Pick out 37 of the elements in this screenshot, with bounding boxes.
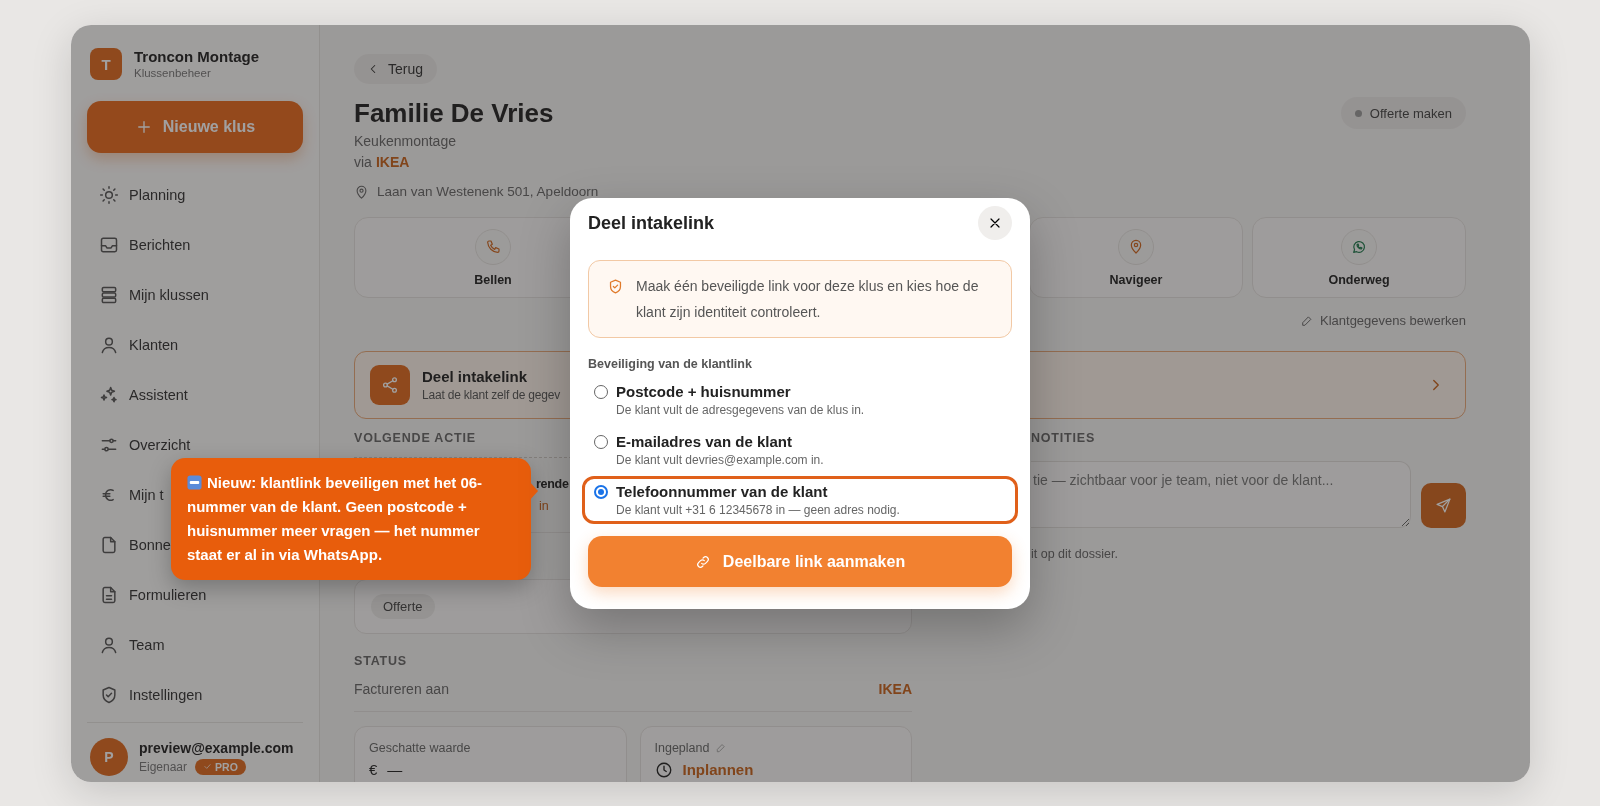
plan-badge: PRO	[195, 758, 246, 775]
user-role: Eigenaar	[139, 759, 188, 774]
section-heading: NOTITIES	[1031, 431, 1096, 445]
brand-subtitle: Klussenbeheer	[134, 66, 212, 80]
via-label: via	[354, 153, 372, 172]
options-label: Beveiliging van de klantlink	[588, 357, 753, 371]
section-heading: STATUS	[354, 654, 407, 668]
brand-logo: T	[90, 48, 122, 80]
quote-tag: Offerte	[371, 594, 435, 619]
brand-name: Troncon Montage	[134, 48, 259, 66]
option-description: De klant vult +31 6 12345678 in — geen adres nodig.	[616, 502, 900, 518]
option-description: De klant vult devries@example.com in.	[616, 452, 824, 468]
user-email: preview@example.com	[139, 739, 294, 757]
estimate-value: —	[387, 761, 403, 779]
notes-hint: it op dit dossier.	[1031, 547, 1119, 561]
currency-sign: €	[369, 761, 378, 779]
action-label: Onderweg	[1328, 272, 1390, 287]
option-title: E-mailadres van de klant	[616, 432, 793, 452]
user-avatar: P	[90, 738, 128, 776]
section-heading: VOLGENDE ACTIE	[354, 431, 476, 445]
next-action-title: rende	[536, 476, 569, 492]
job-type: Keukenmontage	[354, 132, 457, 151]
planned-label: Ingepland	[654, 740, 710, 756]
banner-subtitle: Laat de klant zelf de gegev	[422, 387, 561, 403]
page-title: Familie De Vries	[354, 97, 554, 129]
option-description: De klant vult de adresgegevens van de klus in.	[616, 402, 865, 418]
option-title: Postcode + huisnummer	[616, 382, 792, 402]
tooltip: Nieuw: klantlink beveiligen met het 06-nummer van de klant. Geen postcode + huisnummer meer vragen — het nummer staat er al in via WhatsApp.	[171, 458, 531, 580]
estimate-label: Geschatte waarde	[369, 740, 472, 756]
status-label: Offerte maken	[1369, 105, 1452, 121]
billing-label: Factureren aan	[354, 680, 449, 698]
action-label: Navigeer	[1109, 272, 1163, 287]
address-text: Laan van Westenenk 501, Apeldoorn	[377, 183, 599, 201]
option-title: Telefoonnummer van de klant	[616, 482, 829, 502]
info-text: Maak één beveiligde link voor deze klus en kies hoe de klant zijn identiteit controleert.	[636, 277, 980, 322]
banner-title: Deel intakelink	[422, 367, 529, 387]
action-label: Bellen	[474, 272, 512, 287]
